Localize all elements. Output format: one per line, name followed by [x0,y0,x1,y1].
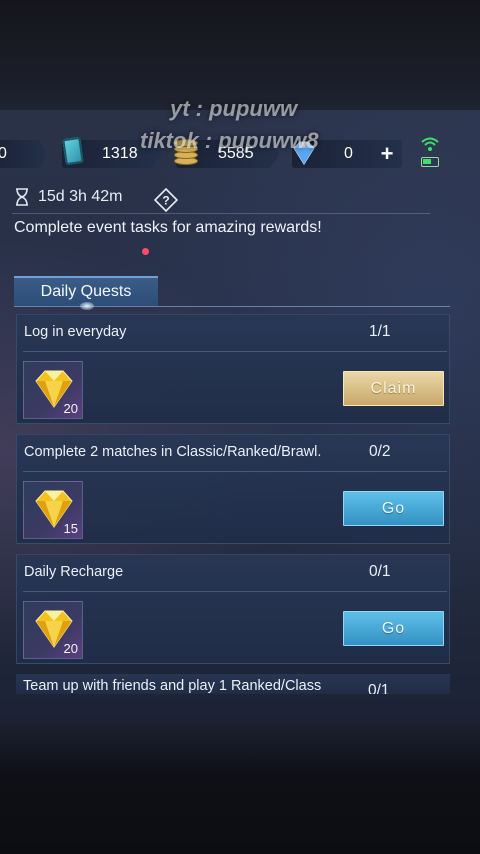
header-divider [12,213,430,214]
add-diamonds-plus-icon[interactable]: + [376,143,398,165]
tab-daily-quests-label: Daily Quests [40,283,132,300]
quest-progress: 0/1 [369,563,391,580]
quest-progress: 0/2 [369,443,391,460]
go-button[interactable]: Go [343,491,444,526]
currency-left-counter: 0 [0,140,46,168]
go-button[interactable]: Go [343,611,444,646]
event-timer: 15d 3h 42m [14,188,123,206]
reward-slot[interactable]: 15 [23,481,83,539]
tab-notification-dot [142,248,149,255]
quest-title: Team up with friends and play 1 Ranked/C… [23,678,322,694]
svg-text:?: ? [162,194,169,208]
watermark-tiktok: tiktok : pupuww8 [140,128,319,153]
diamonds-value: 0 [344,145,353,162]
quest-divider [23,471,447,472]
quest-card-teamup: Team up with friends and play 1 Ranked/C… [16,674,450,694]
reward-quantity: 20 [63,641,78,656]
watermark-youtube: yt : pupuww [170,96,298,121]
quest-title: Daily Recharge [24,564,124,580]
claim-button[interactable]: Claim [343,371,444,406]
reward-quantity: 15 [63,521,78,536]
quest-title: Complete 2 matches in Classic/Ranked/Bra… [24,444,322,460]
quest-title: Log in everyday [24,324,127,340]
wifi-icon [421,137,439,151]
reward-slot[interactable]: 20 [23,601,83,659]
reward-slot[interactable]: 20 [23,361,83,419]
quest-card-recharge: Daily Recharge 0/1 20 Go [16,554,450,664]
quest-card-matches: Complete 2 matches in Classic/Ranked/Bra… [16,434,450,544]
ticket-icon [62,136,84,166]
quest-progress: 1/1 [369,323,391,340]
battery-icon [421,157,439,167]
quest-divider [23,351,447,352]
event-description: Complete event tasks for amazing rewards… [14,219,322,236]
hourglass-icon [16,188,28,206]
tab-active-glow [80,302,94,310]
reward-quantity: 20 [63,401,78,416]
quest-divider [23,591,447,592]
tickets-value: 1318 [102,145,138,162]
bottom-frame [0,722,480,854]
quest-card-login: Log in everyday 1/1 20 Claim [16,314,450,424]
currency-left-value: 0 [0,145,7,162]
help-info-icon[interactable]: ? [154,188,178,212]
event-timer-text: 15d 3h 42m [38,188,123,205]
quest-progress: 0/1 [368,682,390,694]
